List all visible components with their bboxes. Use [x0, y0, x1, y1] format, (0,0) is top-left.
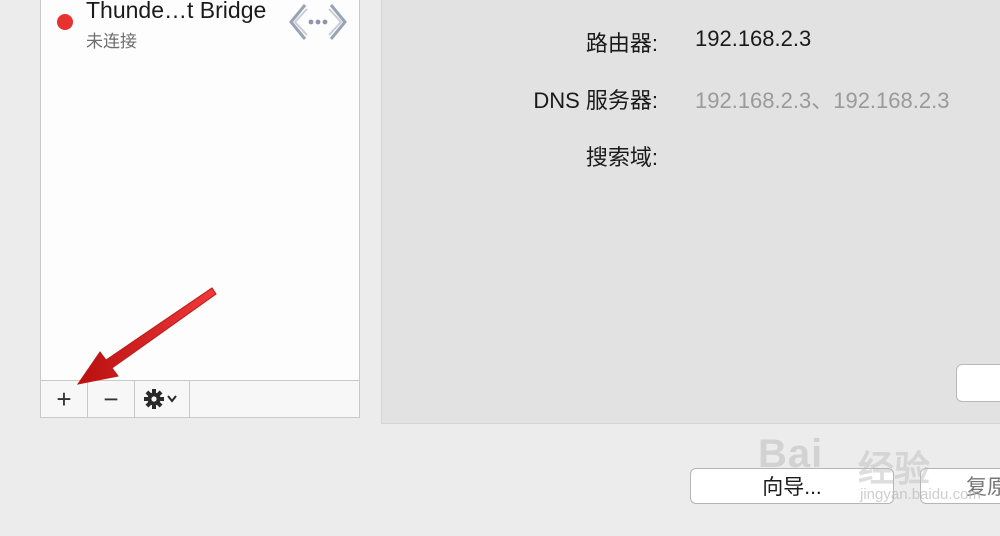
dns-server-label: DNS 服务器: [533, 88, 658, 113]
remove-service-button[interactable]: − [88, 381, 135, 417]
router-label: 路由器: [585, 31, 658, 56]
status-dot-icon [57, 14, 73, 30]
service-status: 未连接 [86, 32, 137, 51]
baidu-watermark-url: jingyan.baidu.com [860, 486, 981, 503]
baidu-watermark-suffix: 经验 [858, 448, 931, 489]
baidu-watermark: Bai [758, 432, 824, 476]
chevron-down-icon [167, 395, 177, 403]
gear-menu-button[interactable] [135, 381, 190, 417]
service-detail-panel [381, 0, 1000, 424]
network-bridge-icon [289, 4, 347, 40]
service-list: Thunde…t Bridge 未连接 [40, 0, 360, 381]
router-value: 192.168.2.3 [695, 26, 812, 51]
service-item-thunderbolt-bridge[interactable]: Thunde…t Bridge 未连接 [41, 0, 359, 55]
service-name: Thunde…t Bridge [86, 0, 267, 23]
gear-icon [144, 389, 177, 409]
service-list-toolbar: + − [40, 380, 360, 418]
add-service-button[interactable]: + [41, 381, 88, 417]
search-domain-label: 搜索域: [585, 145, 658, 170]
advanced-button[interactable] [956, 364, 1000, 402]
dns-server-value: 192.168.2.3、192.168.2.3 [695, 88, 950, 113]
